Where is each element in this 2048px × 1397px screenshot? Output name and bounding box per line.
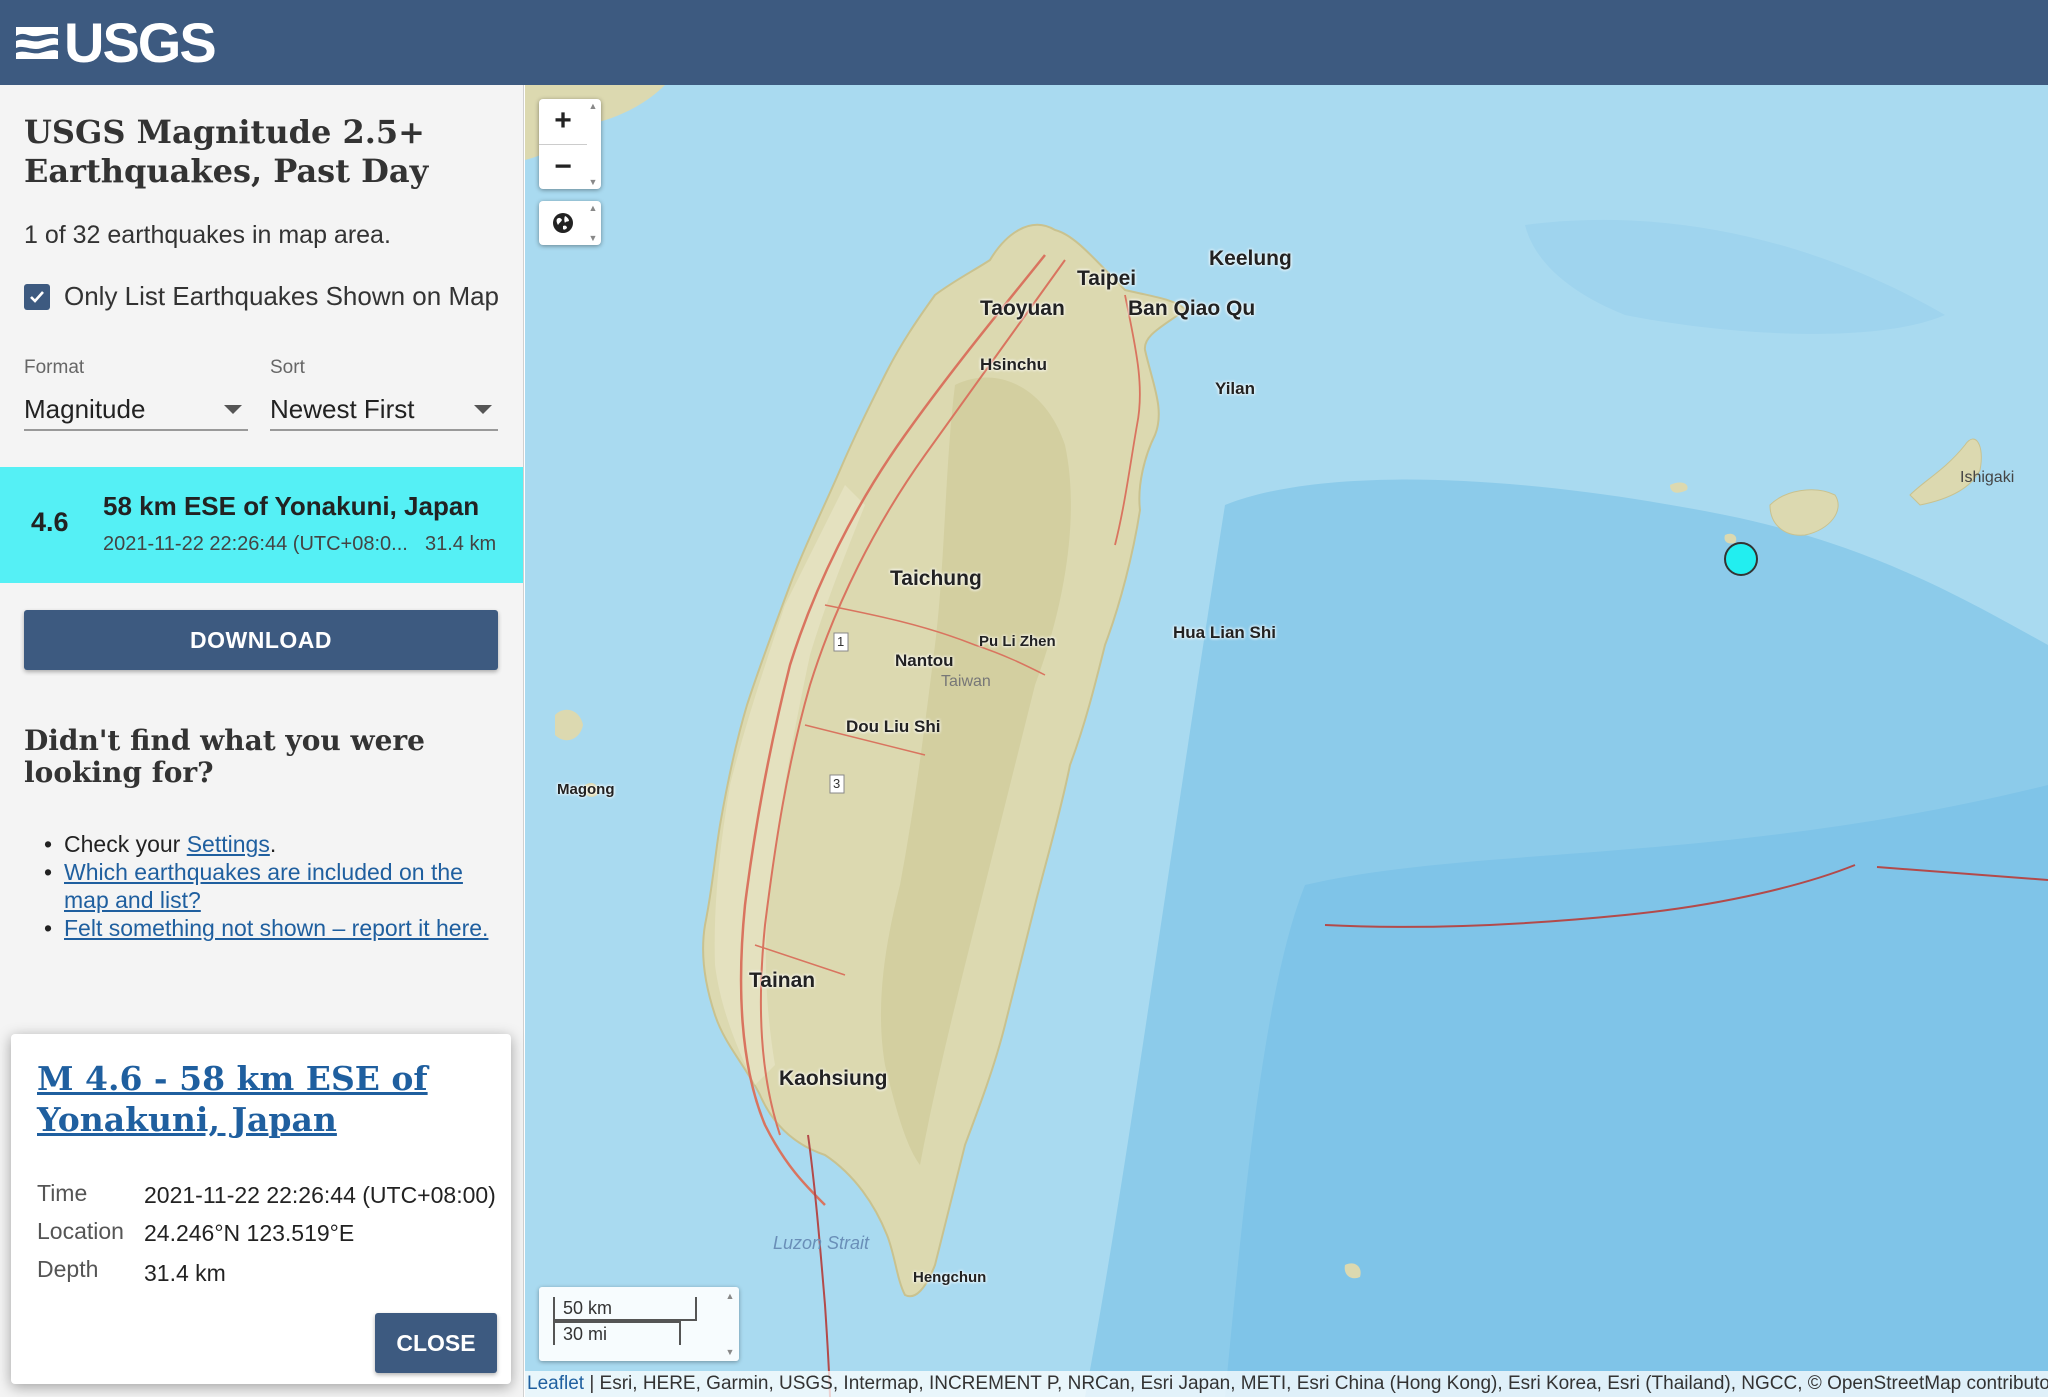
earthquake-depth: 31.4 km [425, 533, 497, 555]
map-label-yilan: Yilan [1215, 379, 1255, 398]
map-label-nantou: Nantou [895, 651, 954, 670]
page-title: USGS Magnitude 2.5+ Earthquakes, Past Da… [24, 113, 429, 190]
sort-label: Sort [270, 357, 305, 378]
map-label-luzon-strait: Luzon Strait [773, 1233, 870, 1253]
help-text: . [269, 831, 277, 857]
earthquake-marker[interactable] [1724, 542, 1758, 576]
help-list: Check your Settings. Which earthquakes a… [44, 830, 504, 942]
time-value: 2021-11-22 22:26:44 (UTC+08:00) [144, 1182, 496, 1208]
scale-km: 50 km [553, 1297, 697, 1321]
checkbox-label: Only List Earthquakes Shown on Map [64, 281, 500, 311]
map-label-magong: Magong [557, 781, 615, 798]
zoom-out-button[interactable]: − [539, 145, 587, 189]
usgs-logo[interactable]: USGS [14, 11, 217, 74]
earthquake-popup: M 4.6 - 58 km ESE of Yonakuni, Japan Tim… [11, 1034, 511, 1384]
map-view[interactable]: 1 3 Keelung Taipei Taoyuan Ban Qiao Qu H… [525, 85, 2048, 1397]
list-item: Felt something not shown – report it her… [44, 914, 504, 942]
scroll-up-icon[interactable]: ▲ [588, 101, 598, 111]
map-basemap [525, 85, 2048, 1397]
format-select-group: Format Magnitude [24, 357, 248, 431]
sort-value: Newest First [270, 393, 415, 424]
usgs-wave-icon [16, 27, 58, 59]
map-attribution: Leaflet | Esri, HERE, Garmin, USGS, Inte… [525, 1371, 2048, 1397]
popup-title-link[interactable]: M 4.6 - 58 km ESE of Yonakuni, Japan [37, 1058, 477, 1140]
map-label-taichung: Taichung [890, 567, 982, 590]
zoom-control: + − ▲ ▼ [539, 99, 601, 189]
included-earthquakes-link[interactable]: Which earthquakes are included on the ma… [64, 859, 463, 913]
earthquake-list-panel: USGS Magnitude 2.5+ Earthquakes, Past Da… [0, 85, 524, 1397]
map-label-kaohsiung: Kaohsiung [779, 1067, 888, 1090]
map-label-taipei: Taipei [1077, 267, 1137, 290]
scroll-down-icon[interactable]: ▼ [588, 233, 598, 243]
earthquake-magnitude: 4.6 [31, 507, 69, 537]
help-text: Check your [64, 831, 187, 857]
map-label-hualien: Hua Lian Shi [1173, 623, 1276, 642]
help-heading: Didn't find what you were looking for? [24, 724, 425, 789]
scroll-down-icon[interactable]: ▼ [588, 177, 598, 187]
map-label-banqiao: Ban Qiao Qu [1128, 297, 1256, 320]
list-item: Check your Settings. [44, 830, 504, 858]
report-felt-link[interactable]: Felt something not shown – report it her… [64, 915, 488, 941]
map-label-pulizhen: Pu Li Zhen [979, 633, 1056, 650]
leaflet-link[interactable]: Leaflet [527, 1373, 584, 1394]
format-label: Format [24, 357, 85, 378]
map-label-douliushi: Dou Liu Shi [846, 717, 941, 736]
chevron-down-icon [224, 404, 242, 414]
attribution-text: | Esri, HERE, Garmin, USGS, Intermap, IN… [584, 1373, 2048, 1394]
sort-select[interactable]: Newest First [270, 389, 498, 431]
location-label: Location [37, 1218, 124, 1244]
earthquake-list-item[interactable]: 4.6 58 km ESE of Yonakuni, Japan 2021-11… [0, 467, 523, 583]
map-label-ishigaki: Ishigaki [1960, 469, 2015, 486]
depth-value: 31.4 km [144, 1260, 226, 1286]
zoom-in-button[interactable]: + [539, 99, 587, 143]
globe-icon[interactable] [539, 201, 587, 245]
map-label-tainan: Tainan [749, 969, 816, 992]
only-list-shown-checkbox[interactable]: Only List Earthquakes Shown on Map [24, 281, 499, 312]
sort-select-group: Sort Newest First [270, 357, 498, 431]
route-1-label: 1 [837, 634, 845, 649]
logo-text: USGS [64, 11, 217, 74]
chevron-down-icon [474, 404, 492, 414]
checkbox-checked-icon[interactable] [24, 283, 50, 310]
earthquake-time: 2021-11-22 22:26:44 (UTC+08:0... [103, 533, 408, 555]
top-bar: USGS [0, 0, 2048, 85]
map-label-taoyuan: Taoyuan [980, 297, 1065, 320]
format-value: Magnitude [24, 393, 146, 424]
map-label-hsinchu: Hsinchu [980, 355, 1048, 374]
scroll-up-icon[interactable]: ▲ [588, 203, 598, 213]
map-label-hengchun: Hengchun [913, 1269, 987, 1286]
map-label-keelung: Keelung [1209, 247, 1292, 270]
time-label: Time [37, 1180, 88, 1206]
scroll-down-icon[interactable]: ▼ [725, 1347, 735, 1357]
settings-link[interactable]: Settings [187, 831, 270, 857]
scale-mi: 30 mi [553, 1321, 681, 1345]
map-scale: 50 km 30 mi ▲ ▼ [539, 1287, 739, 1361]
download-button[interactable]: DOWNLOAD [24, 610, 498, 670]
location-value: 24.246°N 123.519°E [144, 1220, 355, 1246]
scroll-up-icon[interactable]: ▲ [725, 1291, 735, 1301]
earthquake-count: 1 of 32 earthquakes in map area. [24, 221, 391, 249]
close-button[interactable]: CLOSE [375, 1313, 497, 1373]
map-label-taiwan: Taiwan [941, 673, 991, 690]
route-3-label: 3 [833, 776, 841, 791]
depth-label: Depth [37, 1256, 99, 1282]
layers-control: ▲ ▼ [539, 201, 601, 245]
format-select[interactable]: Magnitude [24, 389, 248, 431]
earthquake-place: 58 km ESE of Yonakuni, Japan [103, 491, 480, 521]
list-item: Which earthquakes are included on the ma… [44, 858, 504, 914]
